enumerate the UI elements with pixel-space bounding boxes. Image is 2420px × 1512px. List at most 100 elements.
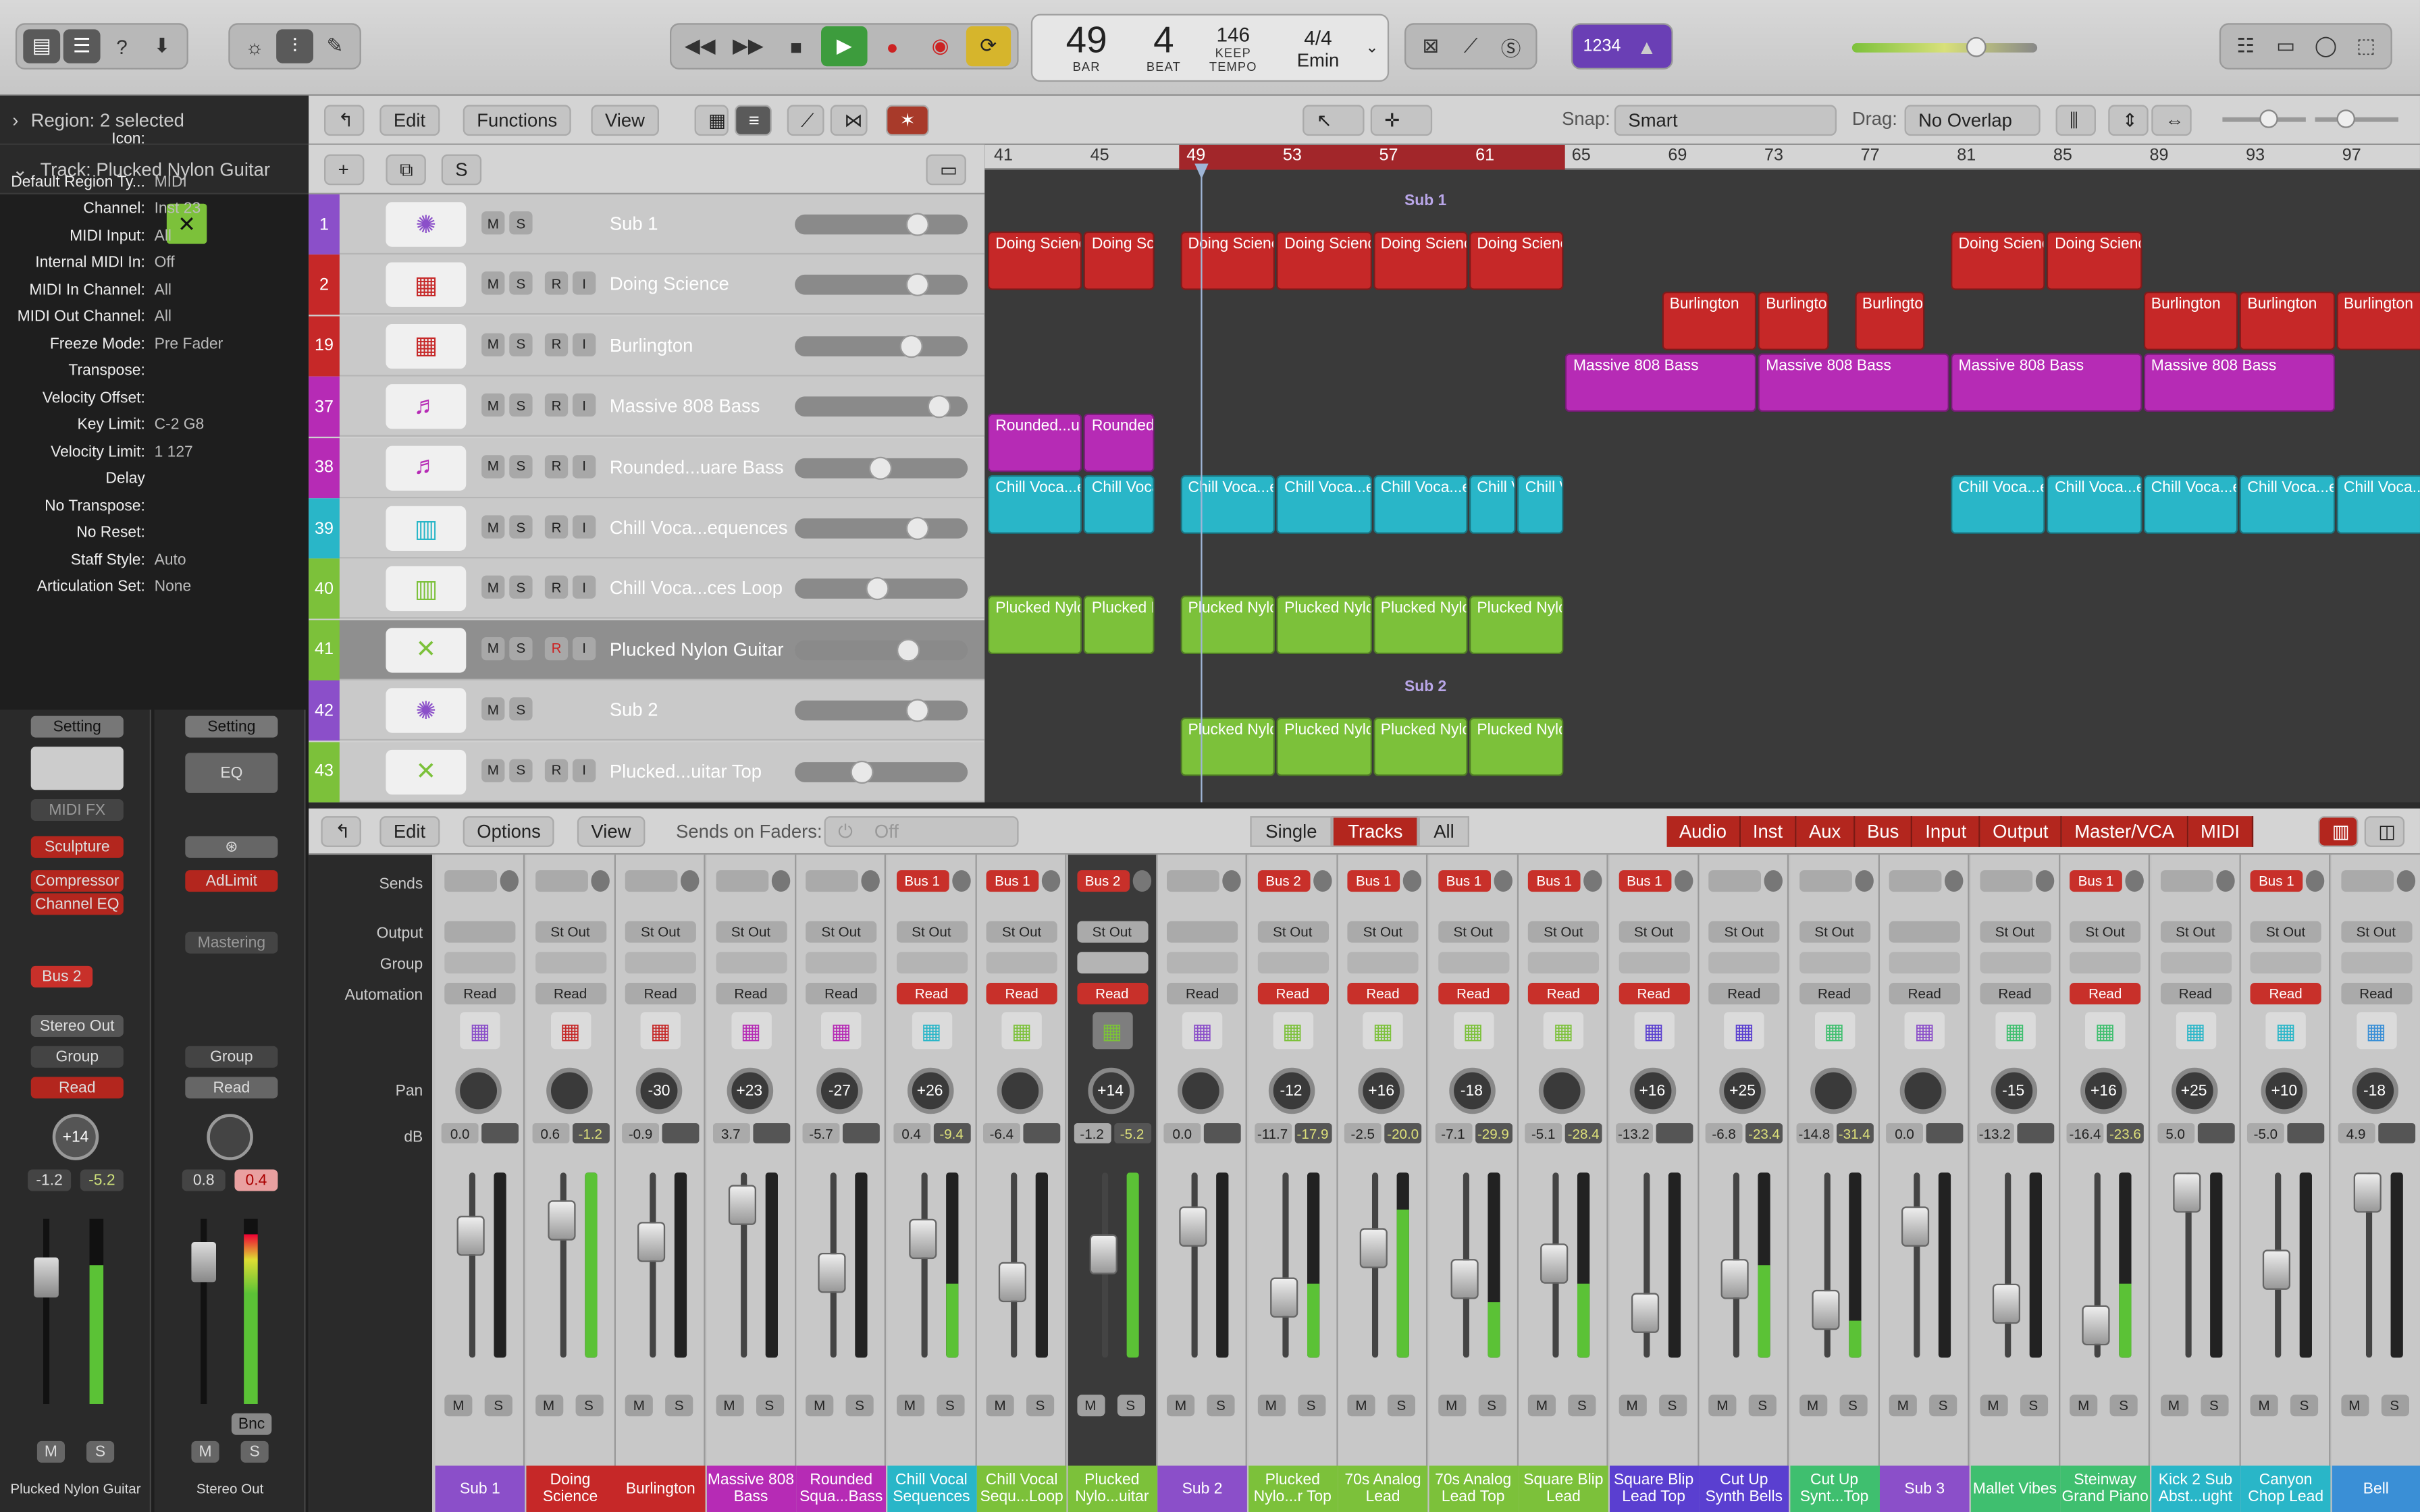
back-arrow-icon[interactable]: ↰ [323, 105, 365, 136]
send-level-knob[interactable] [1312, 870, 1332, 892]
channel-icon[interactable]: ▦ [1452, 1012, 1494, 1050]
send-slot[interactable]: Bus 2 [1257, 870, 1310, 892]
group-slot[interactable] [986, 952, 1057, 974]
channel-name[interactable]: Kick 2 Sub Abst...ught [2151, 1465, 2240, 1512]
master-volume-knob[interactable] [1966, 36, 1987, 57]
pan-knob[interactable]: -15 [1990, 1067, 2036, 1114]
input-monitor-button[interactable]: I [572, 272, 596, 296]
send-slot[interactable]: Bus 1 [895, 870, 949, 892]
send-level-knob[interactable] [2305, 870, 2325, 892]
mute-button[interactable]: M [1527, 1395, 1556, 1417]
channel-icon[interactable]: ▦ [2084, 1012, 2126, 1050]
mute-button[interactable]: M [1347, 1395, 1375, 1417]
region[interactable]: Chill Voca...equences [1084, 474, 1155, 533]
mixer-filter-master-vca[interactable]: Master/VCA [2062, 816, 2188, 847]
automation-mode[interactable]: Read [185, 1077, 278, 1099]
catch-icon[interactable]: ✶ [885, 105, 929, 136]
inspector-row[interactable]: Transpose: [0, 358, 309, 384]
solo-button[interactable]: S [1748, 1395, 1777, 1417]
mute-button[interactable]: M [1708, 1395, 1737, 1417]
track-header[interactable]: 40 ▥ M S R I Chill Voca...ces Loop [309, 559, 985, 620]
send-level-knob[interactable] [1673, 870, 1693, 892]
track-volume-knob[interactable] [905, 699, 929, 723]
send-slot[interactable] [534, 870, 587, 892]
automation-slot[interactable]: Read [1889, 982, 1960, 1004]
back-arrow-icon[interactable]: ↰ [321, 816, 361, 847]
channel-icon[interactable]: ▦ [820, 1012, 862, 1050]
plugin-sculpture[interactable]: Sculpture [30, 836, 124, 858]
pan-knob[interactable]: -18 [1448, 1067, 1495, 1114]
inspector-row[interactable]: MIDI Input: All [0, 223, 309, 250]
region[interactable]: Plucked Nylon Guitar [1276, 595, 1372, 655]
automation-slot[interactable]: Read [1347, 982, 1419, 1004]
setting-button[interactable]: Setting [185, 716, 278, 738]
help-icon[interactable]: ? [103, 29, 140, 63]
chevron-down-icon[interactable]: ⌄ [1357, 16, 1388, 80]
output-slot[interactable]: St Out [1798, 921, 1870, 943]
mute-button[interactable]: M [481, 454, 505, 478]
channel-icon[interactable]: ▦ [1092, 1012, 1132, 1050]
eq-slot[interactable]: EQ [185, 753, 278, 793]
output-slot[interactable]: St Out [1347, 921, 1419, 943]
group-slot[interactable] [895, 952, 967, 974]
pan-knob[interactable]: -18 [2351, 1067, 2398, 1114]
grid-view-icon[interactable]: ▦ [694, 105, 729, 136]
send-level-knob[interactable] [2034, 870, 2054, 892]
channel-name[interactable]: Doing Science [525, 1465, 615, 1512]
horizontal-zoom-icon[interactable]: ⇔ [2151, 105, 2192, 136]
output-slot[interactable]: St Out [534, 921, 606, 943]
region[interactable]: Chill Voca...equences [1951, 474, 2046, 533]
record-enable-button[interactable]: R [544, 394, 569, 417]
mute-button[interactable]: M [36, 1440, 65, 1463]
pan-knob[interactable]: +25 [1719, 1067, 1766, 1114]
send-slot[interactable] [715, 870, 768, 892]
solo-button[interactable]: S [509, 333, 533, 356]
channel-name[interactable]: Chill Vocal Sequ...Loop [976, 1465, 1067, 1512]
volume-fader[interactable] [1630, 1293, 1658, 1333]
automation-slot[interactable]: Read [1527, 982, 1599, 1004]
pan-knob[interactable]: +14 [52, 1114, 99, 1160]
list-view-icon[interactable]: ≡ [734, 105, 772, 136]
record-enable-button[interactable]: R [544, 576, 569, 599]
group-slot[interactable] [444, 952, 516, 974]
output-slot[interactable]: St Out [715, 921, 787, 943]
channel-name[interactable]: Chill Vocal Sequences [887, 1465, 976, 1512]
vertical-zoom-icon[interactable]: ⇕ [2108, 105, 2149, 136]
editors-icon[interactable]: ✎ [317, 29, 354, 63]
region[interactable]: Burlington [1758, 292, 1829, 351]
inspector-row[interactable]: Key Limit: C-2 G8 [0, 412, 309, 438]
region[interactable]: Plucked Nylon Guitar [987, 595, 1083, 655]
fast-forward-icon[interactable]: ▶▶ [726, 26, 771, 66]
track-name[interactable]: Rounded...uare Bass [610, 456, 784, 478]
channel-icon[interactable]: ▦ [1904, 1012, 1945, 1050]
input-monitor-button[interactable]: I [572, 333, 596, 356]
bounce-button[interactable]: Bnc [231, 1413, 272, 1435]
group-slot[interactable] [1438, 952, 1509, 974]
mute-button[interactable]: M [481, 333, 505, 356]
send-slot[interactable]: Bus 1 [1347, 870, 1400, 892]
volume-fader[interactable] [547, 1200, 575, 1241]
group-slot[interactable] [2340, 952, 2412, 974]
global-tracks-icon[interactable]: ▭ [926, 154, 966, 186]
track-name[interactable]: Doing Science [610, 273, 729, 295]
flex-icon[interactable]: ⋈ [830, 105, 868, 136]
channel-icon[interactable]: ▦ [550, 1012, 591, 1050]
mute-button[interactable]: M [806, 1395, 834, 1417]
region[interactable]: Massive 808 Bass [1951, 352, 2142, 412]
group-slot[interactable] [1798, 952, 1870, 974]
solo-button[interactable]: S [509, 758, 533, 782]
lcd-display[interactable]: 49 BAR 4 BEAT 146 KEEP TEMPO 4/4 Emin ⌄ [1030, 14, 1390, 82]
view-menu[interactable]: View [591, 105, 659, 136]
group-slot[interactable] [1979, 952, 2051, 974]
pan-knob[interactable] [207, 1114, 253, 1160]
inspector-icon[interactable]: ☰ [63, 29, 101, 63]
channel-icon[interactable]: ▦ [731, 1012, 771, 1050]
track-volume-slider[interactable] [795, 334, 968, 358]
volume-fader[interactable] [1901, 1206, 1930, 1247]
region[interactable]: Plucked Nylon Guitar [1469, 718, 1564, 776]
library-icon[interactable]: ▤ [23, 29, 61, 63]
edit-menu[interactable]: Edit [379, 105, 440, 136]
stop-icon[interactable]: ■ [774, 26, 819, 66]
region[interactable]: Rounded...uare Bass [1084, 413, 1155, 473]
record-enable-button[interactable]: R [544, 333, 569, 356]
